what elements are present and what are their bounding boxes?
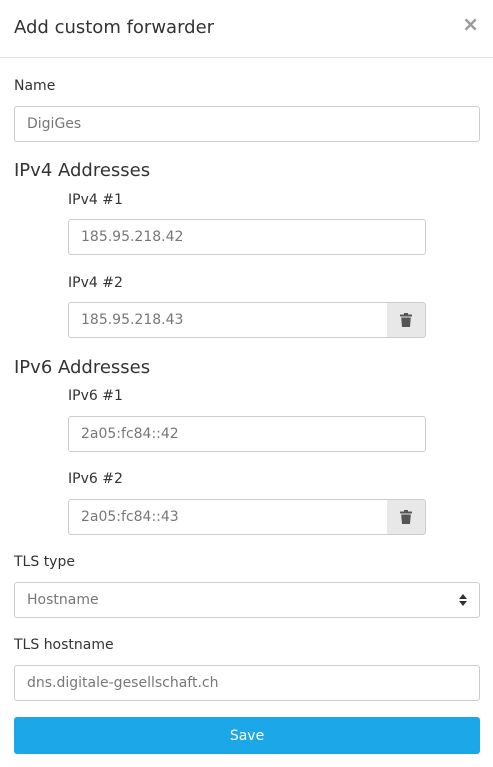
name-label: Name — [14, 78, 56, 94]
delete-ipv6-2-button[interactable] — [387, 499, 426, 535]
ipv6-1-input[interactable]: 2a05:fc84::42 — [68, 416, 426, 452]
ipv6-1-label: IPv6 #1 — [68, 388, 123, 404]
add-forwarder-dialog: Add custom forwarder × Name DigiGes IPv4… — [0, 0, 493, 767]
dialog-header: Add custom forwarder × — [0, 0, 493, 58]
ipv4-heading: IPv4 Addresses — [14, 160, 151, 181]
tls-type-label: TLS type — [14, 554, 75, 570]
dialog-title: Add custom forwarder — [14, 17, 215, 38]
ipv4-2-label: IPv4 #2 — [68, 275, 123, 291]
select-caret-icon — [459, 594, 467, 606]
delete-ipv4-2-button[interactable] — [387, 302, 426, 338]
ipv4-2-group: 185.95.218.43 — [68, 302, 426, 338]
ipv6-2-input[interactable]: 2a05:fc84::43 — [68, 499, 388, 535]
ipv4-1-input[interactable]: 185.95.218.42 — [68, 219, 426, 255]
tls-hostname-input[interactable]: dns.digitale-gesellschaft.ch — [14, 665, 480, 701]
ipv6-2-group: 2a05:fc84::43 — [68, 499, 426, 535]
name-input[interactable]: DigiGes — [14, 106, 480, 142]
tls-hostname-label: TLS hostname — [14, 637, 114, 653]
ipv6-2-label: IPv6 #2 — [68, 471, 123, 487]
tls-type-value: Hostname — [27, 592, 99, 608]
trash-icon — [400, 313, 412, 327]
trash-icon — [400, 510, 412, 524]
ipv6-heading: IPv6 Addresses — [14, 357, 151, 378]
tls-type-select[interactable]: Hostname — [14, 582, 480, 618]
close-icon[interactable]: × — [462, 14, 479, 34]
save-button[interactable]: Save — [14, 717, 480, 754]
ipv4-1-label: IPv4 #1 — [68, 192, 123, 208]
ipv4-2-input[interactable]: 185.95.218.43 — [68, 302, 388, 338]
